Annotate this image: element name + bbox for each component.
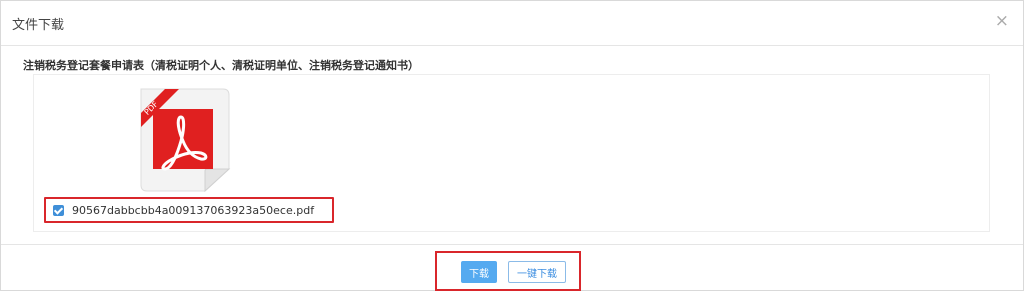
file-name[interactable]: 90567dabbcbb4a009137063923a50ece.pdf: [72, 204, 314, 217]
file-item-row[interactable]: 90567dabbcbb4a009137063923a50ece.pdf: [44, 197, 334, 223]
section-label: 注销税务登记套餐申请表（清税证明个人、清税证明单位、注销税务登记通知书）: [23, 59, 419, 72]
download-button[interactable]: 下载: [461, 261, 497, 283]
dialog-title: 文件下载: [12, 18, 65, 33]
download-all-button[interactable]: 一键下载: [508, 261, 566, 283]
file-download-dialog: 文件下载 × 注销税务登记套餐申请表（清税证明个人、清税证明单位、注销税务登记通…: [0, 0, 1024, 291]
pdf-file-icon[interactable]: PDF: [129, 83, 233, 193]
footer-divider: [1, 244, 1023, 245]
footer-button-group: 下载 一键下载: [435, 251, 581, 291]
dialog-header: 文件下载 ×: [1, 1, 1023, 46]
close-icon[interactable]: ×: [995, 13, 1009, 30]
checkbox-checked-icon[interactable]: [53, 204, 64, 216]
